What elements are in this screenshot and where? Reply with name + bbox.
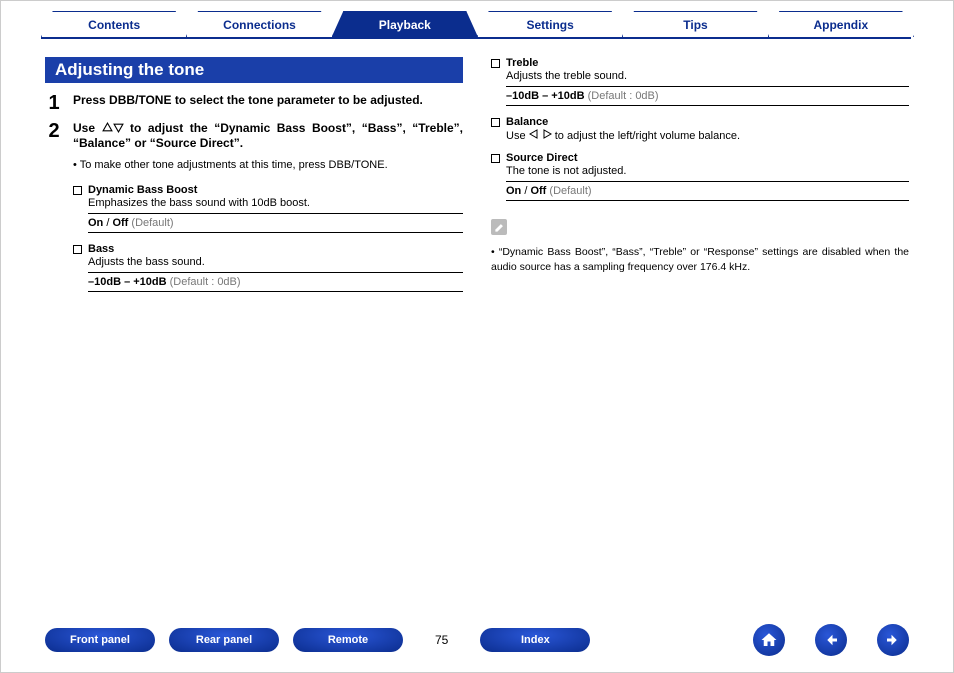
tab-tips[interactable]: Tips bbox=[622, 11, 768, 37]
page-body: Adjusting the tone 1 Press DBB/TONE to s… bbox=[1, 45, 953, 292]
box-icon bbox=[73, 245, 82, 254]
step-number: 1 bbox=[45, 93, 63, 113]
item-value: –10dB – +10dB (Default : 0dB) bbox=[506, 86, 909, 106]
box-icon bbox=[73, 186, 82, 195]
right-column: Treble Adjusts the treble sound. –10dB –… bbox=[491, 57, 909, 292]
step2-post: to adjust the “Dynamic Bass Boost”, “Bas… bbox=[73, 121, 463, 150]
item-name: Bass bbox=[88, 243, 114, 255]
tab-contents[interactable]: Contents bbox=[41, 11, 187, 37]
item-name: Source Direct bbox=[506, 152, 578, 164]
tab-underline bbox=[41, 37, 911, 39]
arrow-right-icon bbox=[884, 631, 902, 649]
step-number: 2 bbox=[45, 121, 63, 150]
home-button[interactable] bbox=[753, 624, 785, 656]
sub-bullet: • To make other tone adjustments at this… bbox=[73, 158, 463, 174]
step2-pre: Use bbox=[73, 121, 102, 135]
right-triangle-icon bbox=[542, 129, 552, 142]
tab-playback[interactable]: Playback bbox=[332, 11, 478, 37]
item-value: On / Off (Default) bbox=[506, 181, 909, 201]
item-desc: Use to adjust the left/right volume bala… bbox=[506, 129, 909, 142]
step-text: Press DBB/TONE to select the tone parame… bbox=[73, 93, 463, 113]
remote-button[interactable]: Remote bbox=[293, 628, 403, 652]
item-name: Treble bbox=[506, 57, 538, 69]
balance-pre: Use bbox=[506, 130, 529, 142]
box-icon bbox=[491, 118, 500, 127]
left-triangle-icon bbox=[529, 129, 539, 142]
arrow-left-icon bbox=[822, 631, 840, 649]
manual-page: Contents Connections Playback Settings T… bbox=[0, 0, 954, 673]
item-value: On / Off (Default) bbox=[88, 213, 463, 233]
step-2: 2 Use to adjust the “Dynamic Bass Boost”… bbox=[45, 121, 463, 150]
item-bass: Bass Adjusts the bass sound. –10dB – +10… bbox=[73, 243, 463, 292]
item-desc: Adjusts the treble sound. bbox=[506, 70, 909, 82]
note-block bbox=[491, 219, 909, 235]
down-triangle-icon bbox=[113, 122, 124, 136]
footer-bar: Front panel Rear panel Remote 75 Index bbox=[1, 624, 953, 656]
tab-settings[interactable]: Settings bbox=[477, 11, 623, 37]
home-icon bbox=[760, 631, 778, 649]
up-triangle-icon bbox=[102, 122, 113, 136]
page-number: 75 bbox=[435, 633, 448, 647]
step-1: 1 Press DBB/TONE to select the tone para… bbox=[45, 93, 463, 113]
item-name: Dynamic Bass Boost bbox=[88, 184, 197, 196]
section-title: Adjusting the tone bbox=[45, 57, 463, 83]
front-panel-button[interactable]: Front panel bbox=[45, 628, 155, 652]
item-source-direct: Source Direct The tone is not adjusted. … bbox=[491, 152, 909, 201]
item-treble: Treble Adjusts the treble sound. –10dB –… bbox=[491, 57, 909, 106]
rear-panel-button[interactable]: Rear panel bbox=[169, 628, 279, 652]
balance-post: to adjust the left/right volume balance. bbox=[552, 130, 740, 142]
box-icon bbox=[491, 59, 500, 68]
prev-button[interactable] bbox=[815, 624, 847, 656]
tab-connections[interactable]: Connections bbox=[186, 11, 332, 37]
item-desc: Adjusts the bass sound. bbox=[88, 256, 463, 268]
pencil-icon bbox=[491, 219, 507, 235]
item-desc: Emphasizes the bass sound with 10dB boos… bbox=[88, 197, 463, 209]
next-button[interactable] bbox=[877, 624, 909, 656]
left-column: Adjusting the tone 1 Press DBB/TONE to s… bbox=[45, 57, 463, 292]
note-text-span: “Dynamic Bass Boost”, “Bass”, “Treble” o… bbox=[491, 246, 909, 273]
item-dynamic-bass-boost: Dynamic Bass Boost Emphasizes the bass s… bbox=[73, 184, 463, 233]
sub-bullet-text: To make other tone adjustments at this t… bbox=[80, 159, 388, 171]
index-button[interactable]: Index bbox=[480, 628, 590, 652]
note-text: • “Dynamic Bass Boost”, “Bass”, “Treble”… bbox=[491, 245, 909, 275]
tab-appendix[interactable]: Appendix bbox=[768, 11, 914, 37]
item-name: Balance bbox=[506, 116, 548, 128]
item-value: –10dB – +10dB (Default : 0dB) bbox=[88, 272, 463, 292]
step-text: Use to adjust the “Dynamic Bass Boost”, … bbox=[73, 121, 463, 150]
item-balance: Balance Use to adjust the left/right vol… bbox=[491, 116, 909, 142]
box-icon bbox=[491, 154, 500, 163]
item-desc: The tone is not adjusted. bbox=[506, 165, 909, 177]
